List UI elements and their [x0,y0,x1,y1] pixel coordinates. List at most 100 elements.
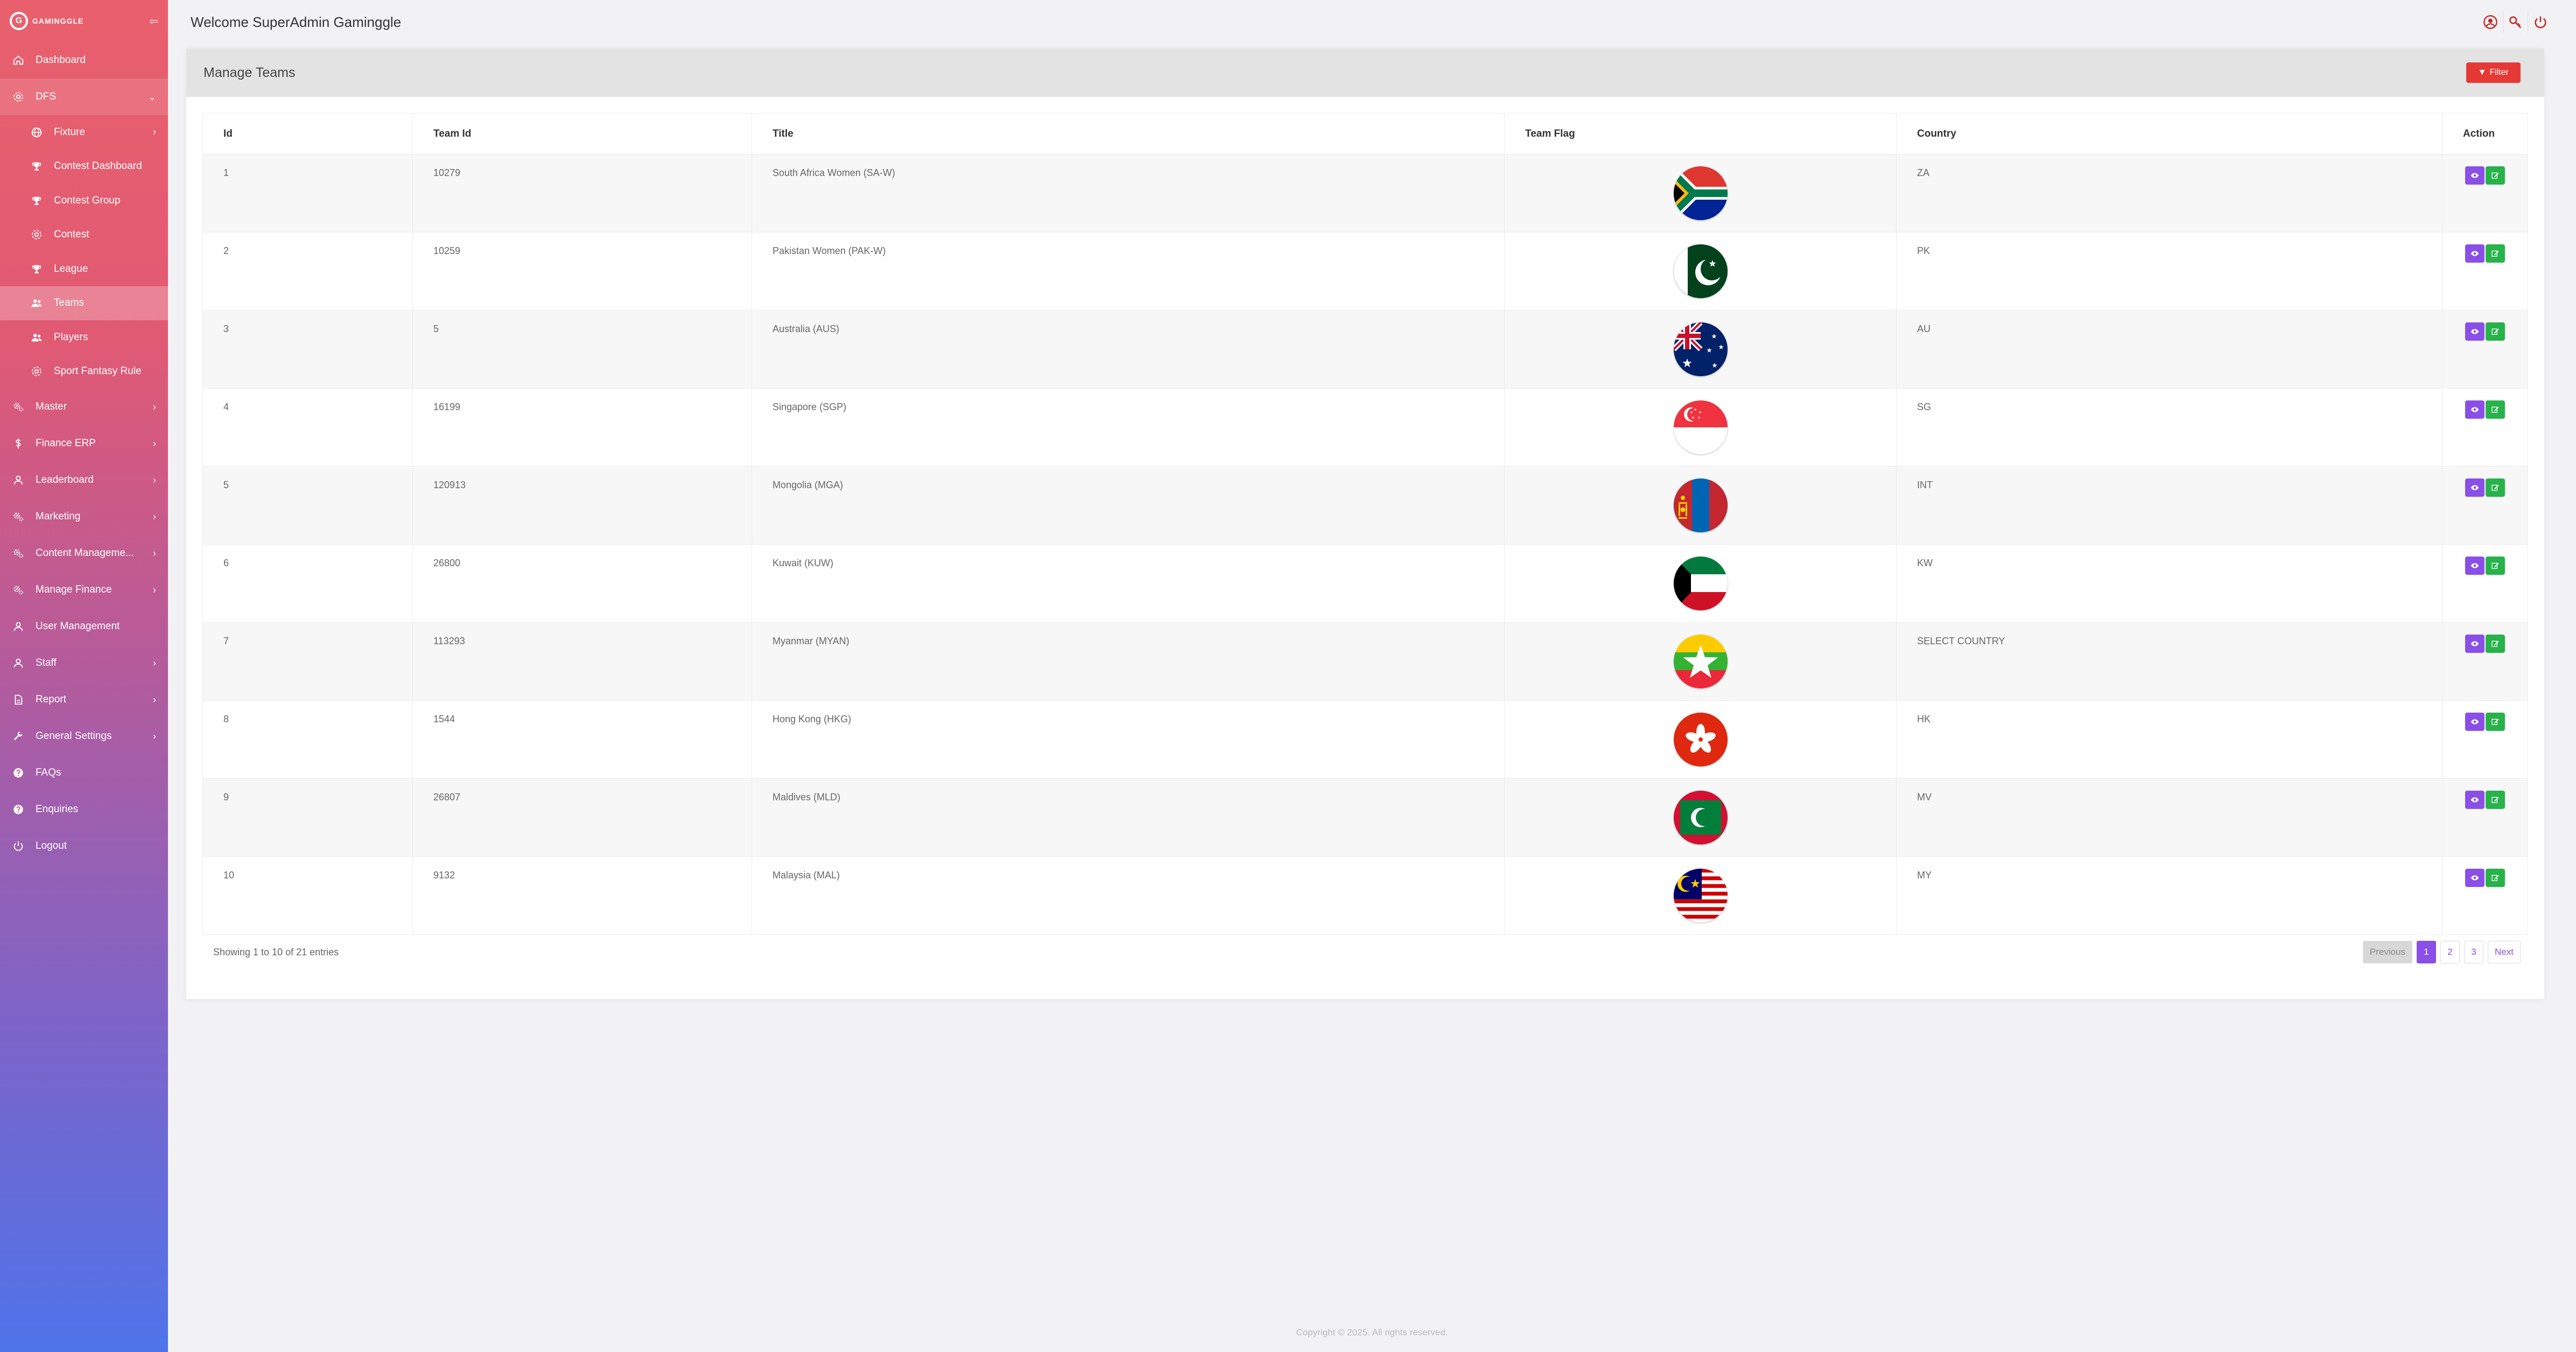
cell-country: HK [1896,700,2442,779]
cell-team-flag [1504,622,1897,701]
cell-team-id: 120913 [412,466,752,545]
sidebar-item-fixture[interactable]: Fixture › [0,115,168,150]
sidebar-item-contest-dashboard[interactable]: Contest Dashboard [0,150,168,184]
cell-id: 5 [202,466,413,545]
cell-country: INT [1896,466,2442,545]
edit-button[interactable] [2486,869,2505,887]
power-icon[interactable] [2528,11,2552,33]
sidebar-item-report[interactable]: Report › [0,681,168,718]
sidebar-item-league[interactable]: League [0,252,168,286]
sidebar-item-manage-finance[interactable]: Manage Finance › [0,572,168,608]
sidebar-item-label: Players [54,331,88,343]
cell-title: Mongolia (MGA) [752,466,1505,545]
page-1-button[interactable]: 1 [2417,941,2437,963]
edit-button[interactable] [2486,400,2505,419]
view-button[interactable] [2465,713,2484,731]
cell-country: ZA [1896,154,2442,233]
sidebar-item-label: FAQs [36,767,61,778]
brand-name: GAMINGGLE [32,17,84,25]
table-row: 2 10259 Pakistan Women (PAK-W) PK [202,232,2528,311]
column-header-team-flag[interactable]: Team Flag [1504,113,1897,154]
view-button[interactable] [2465,166,2484,185]
sidebar-item-finance-erp[interactable]: Finance ERP › [0,425,168,462]
next-page-button[interactable]: Next [2488,941,2521,963]
sidebar-item-general-settings[interactable]: General Settings › [0,718,168,755]
previous-page-button[interactable]: Previous [2362,941,2413,963]
edit-button[interactable] [2486,635,2505,653]
chevron-down-icon: ⌄ [148,91,156,102]
edit-button[interactable] [2486,791,2505,809]
question-icon [12,766,25,779]
view-button[interactable] [2465,322,2484,341]
cell-id: 7 [202,622,413,701]
view-button[interactable] [2465,478,2484,497]
sidebar-item-label: Finance ERP [36,438,96,449]
sidebar-item-master[interactable]: Master › [0,389,168,425]
edit-button[interactable] [2486,557,2505,575]
key-icon[interactable] [2503,11,2528,33]
user-icon [12,620,25,633]
cell-country: MY [1896,856,2442,935]
brand-logo[interactable]: G GAMINGGLE [10,12,83,30]
view-button[interactable] [2465,791,2484,809]
edit-button[interactable] [2486,322,2505,341]
edit-button[interactable] [2486,166,2505,185]
sidebar-item-label: League [54,263,88,274]
edit-button[interactable] [2486,244,2505,263]
page-2-button[interactable]: 2 [2440,941,2460,963]
sidebar-item-marketing[interactable]: Marketing › [0,498,168,535]
file-icon [12,693,25,706]
users-icon [30,297,43,309]
sidebar-item-dfs[interactable]: DFS ⌄ [0,79,168,115]
sidebar-item-enquiries[interactable]: Enquiries [0,791,168,828]
view-button[interactable] [2465,244,2484,263]
edit-button[interactable] [2486,713,2505,731]
sidebar-item-label: Staff [36,657,57,668]
sidebar-item-contest-group[interactable]: Contest Group [0,184,168,218]
view-button[interactable] [2465,869,2484,887]
edit-button[interactable] [2486,478,2505,497]
copyright: Copyright © 2025. All rights reserved. [1296,1327,1448,1337]
filter-button[interactable]: ▼ Filter [2466,62,2521,83]
sidebar-item-label: Fixture [54,126,86,138]
sidebar-item-logout[interactable]: Logout [0,828,168,864]
cell-team-flag [1504,310,1897,389]
column-header-country[interactable]: Country [1896,113,2442,154]
sidebar-item-players[interactable]: Players [0,320,168,355]
profile-icon[interactable] [2478,11,2503,33]
sidebar-item-label: Report [36,694,67,705]
sidebar-item-content-manageme[interactable]: Content Manageme... › [0,535,168,572]
sidebar-item-user-management[interactable]: User Management [0,608,168,645]
flag-maldives-icon [1673,791,1728,844]
table-row: 4 16199 Singapore (SGP) SG [202,388,2528,467]
column-header-title[interactable]: Title [752,113,1505,154]
cell-id: 10 [202,856,413,935]
view-button[interactable] [2465,635,2484,653]
table-header-row: Id Team Id Title Team Flag Country Actio… [202,113,2528,154]
collapse-sidebar-icon[interactable]: ⇦ [149,15,158,28]
cell-action [2442,544,2528,623]
gear-icon [30,365,43,378]
page-3-button[interactable]: 3 [2464,941,2484,963]
cell-title: Hong Kong (HKG) [752,700,1505,779]
sidebar-item-sport-fantasy-rule[interactable]: Sport Fantasy Rule [0,355,168,389]
column-header-id[interactable]: Id [202,113,413,154]
sidebar-item-dashboard[interactable]: Dashboard [0,42,168,79]
view-button[interactable] [2465,557,2484,575]
gear-icon [12,90,25,103]
cell-team-id: 1544 [412,700,752,779]
sidebar-item-leaderboard[interactable]: Leaderboard › [0,462,168,498]
sidebar-item-faqs[interactable]: FAQs [0,755,168,791]
chevron-right-icon: › [153,584,156,595]
sidebar-item-teams[interactable]: Teams [0,286,168,320]
table-row: 6 26800 Kuwait (KUW) KW [202,544,2528,623]
chevron-right-icon: › [153,401,156,412]
cell-id: 2 [202,232,413,311]
sidebar-item-staff[interactable]: Staff › [0,645,168,681]
column-header-team-id[interactable]: Team Id [412,113,752,154]
table-row: 3 5 Australia (AUS) AU [202,310,2528,389]
sidebar-item-contest[interactable]: Contest [0,218,168,252]
cell-team-id: 113293 [412,622,752,701]
view-button[interactable] [2465,400,2484,419]
cell-action [2442,232,2528,311]
